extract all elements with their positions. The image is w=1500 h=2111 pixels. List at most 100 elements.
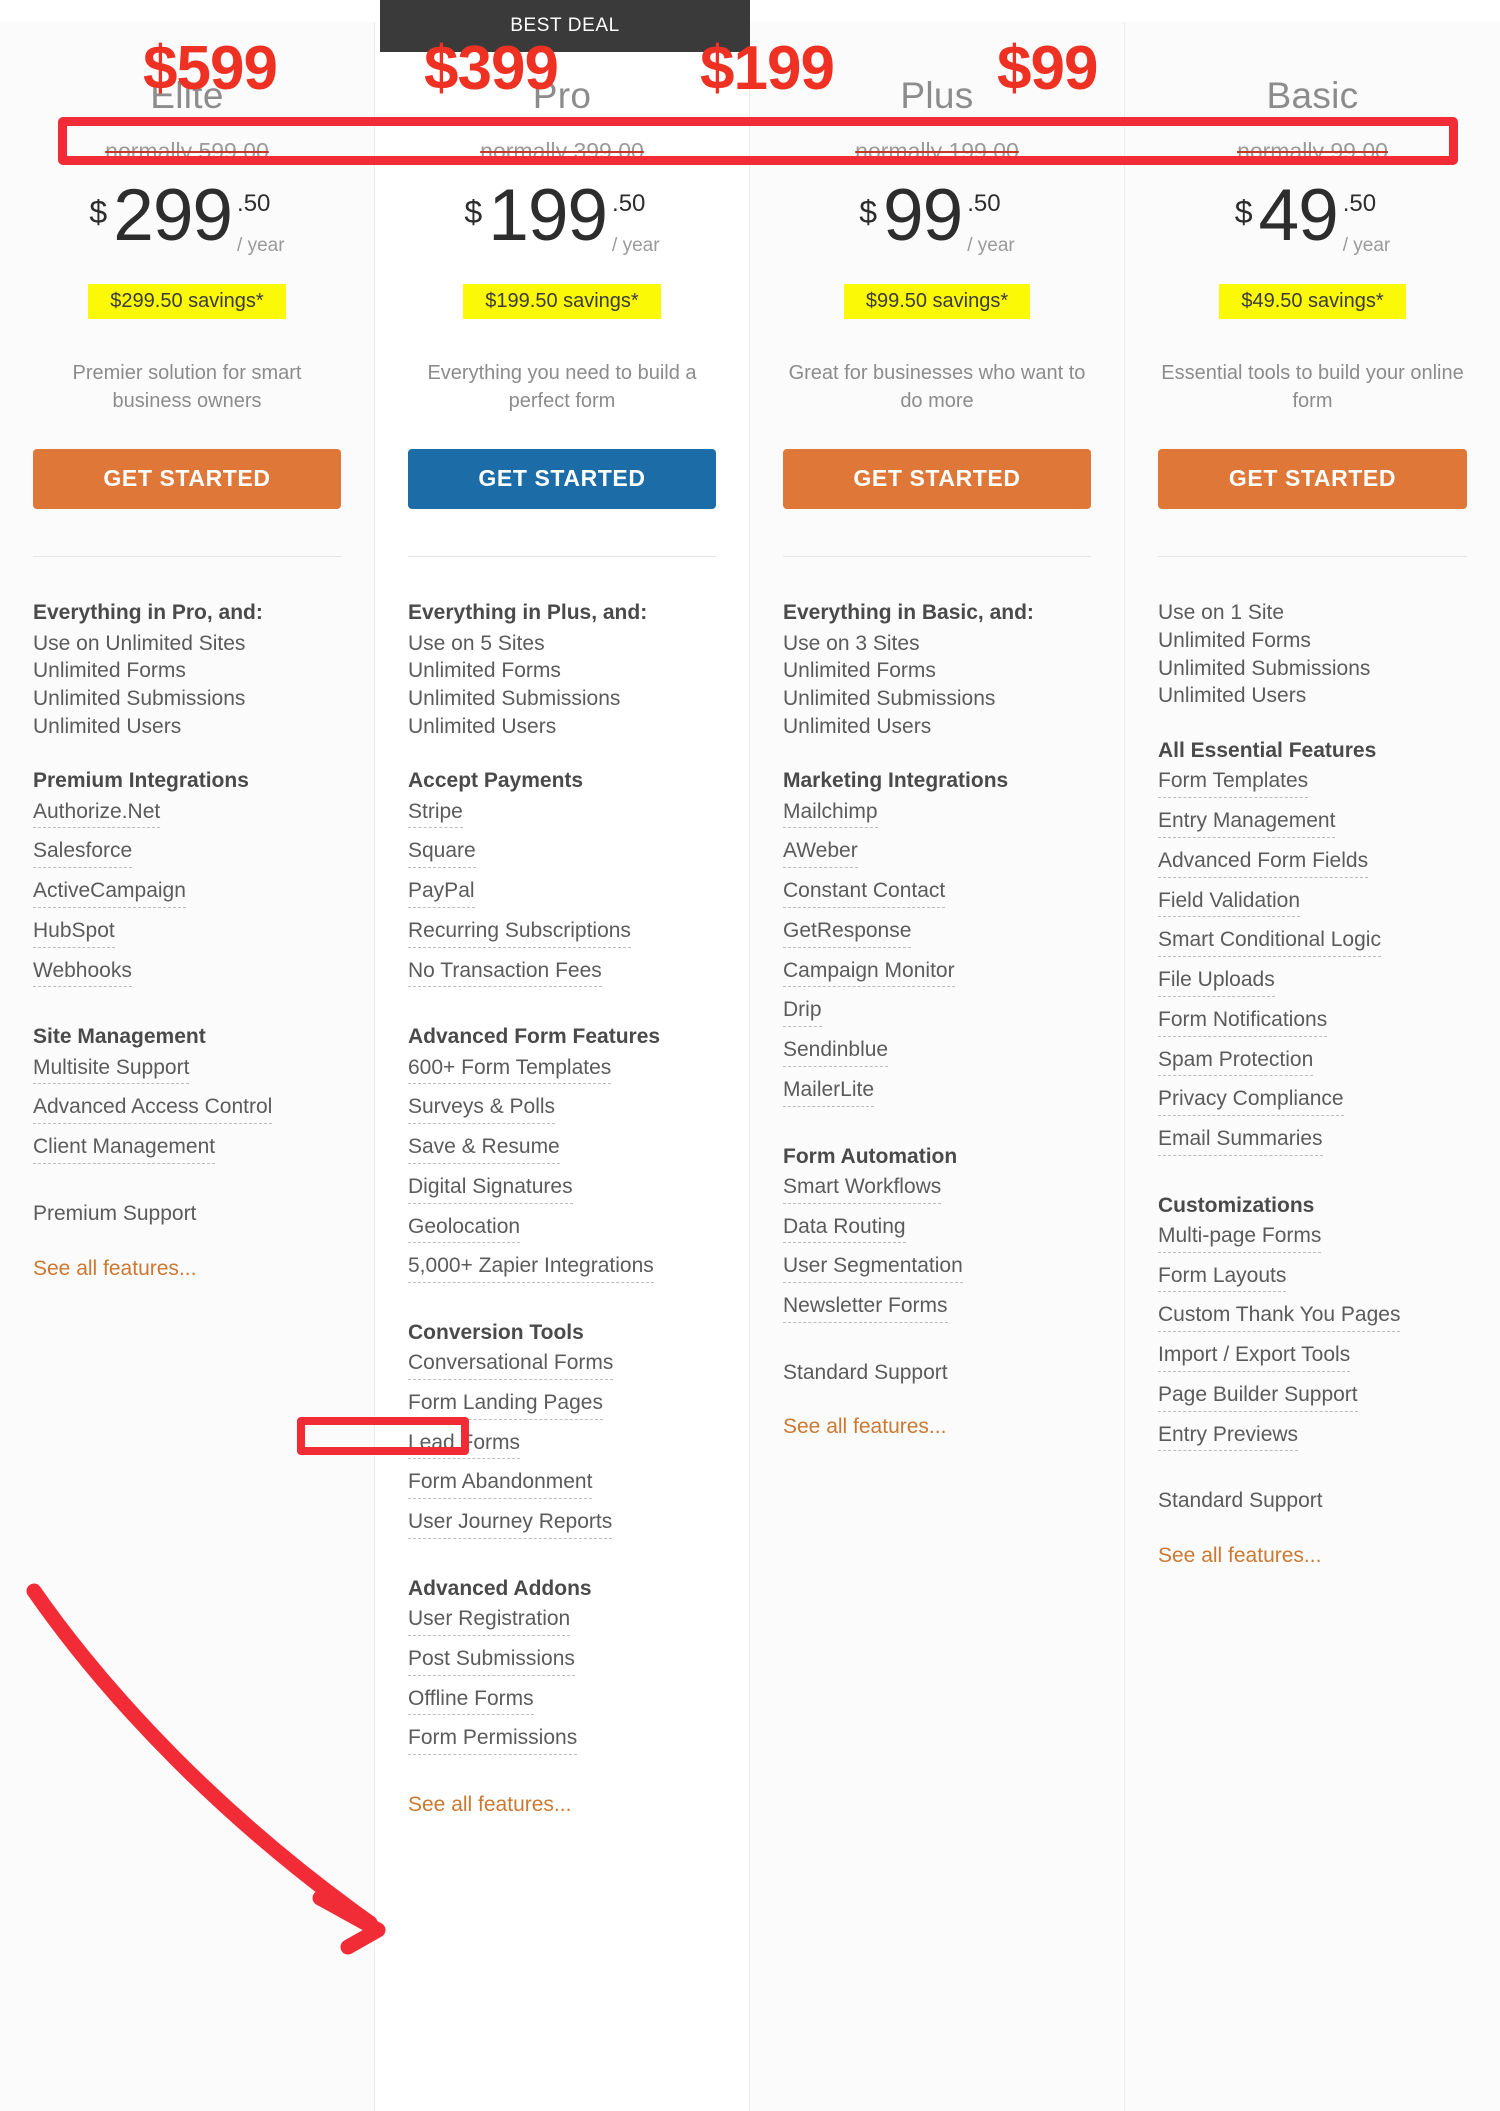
feature-link[interactable]: Multisite Support [33,1054,190,1085]
see-all-features-link[interactable]: See all features... [783,1413,946,1441]
feature-group-heading: Everything in Plus, and: [408,601,648,625]
feature-link[interactable]: Form Notifications [1158,1006,1328,1037]
feature-link[interactable]: No Transaction Fees [408,957,602,988]
feature-link[interactable]: Conversational Forms [408,1349,614,1380]
plan-tagline: Premier solution for smart business owne… [72,362,302,413]
feature-item: Unlimited Forms [408,659,561,683]
feature-group-heading: Customizations [1158,1193,1315,1217]
feature-link[interactable]: Lead Forms [408,1429,521,1460]
feature-item: Premium Support [33,1201,197,1225]
feature-link[interactable]: Multi-page Forms [1158,1222,1322,1253]
feature-link[interactable]: Digital Signatures [408,1173,573,1204]
get-started-button[interactable]: GET STARTED [408,449,716,510]
feature-link[interactable]: Campaign Monitor [783,957,955,988]
feature-link[interactable]: User Segmentation [783,1252,963,1283]
feature-group-heading: Conversion Tools [408,1320,584,1344]
feature-link[interactable]: User Registration [408,1605,571,1636]
feature-group-heading: Site Management [33,1025,206,1049]
feature-link[interactable]: Form Landing Pages [408,1389,603,1420]
feature-link[interactable]: 600+ Form Templates [408,1054,612,1085]
feature-link[interactable]: Custom Thank You Pages [1158,1301,1401,1333]
plan-tagline: Great for businesses who want to do more [788,362,1086,413]
feature-item: Unlimited Submissions [408,687,621,711]
see-all-features-link[interactable]: See all features... [408,1791,571,1819]
feature-link[interactable]: Import / Export Tools [1158,1341,1351,1372]
feature-link[interactable]: HubSpot [33,917,115,948]
pricing-column-elite: Elite normally 599.00 $299.50/ year $299.50… [0,22,375,2111]
feature-link[interactable]: AWeber [783,837,858,869]
feature-group-heading: Everything in Pro, and: [33,601,263,625]
feature-item: Use on 3 Sites [783,631,920,655]
feature-link[interactable]: Newsletter Forms [783,1292,948,1323]
plan-price: $99.50 / year [783,175,1091,268]
feature-link[interactable]: User Journey Reports [408,1508,613,1539]
feature-link[interactable]: Drip [783,996,822,1028]
feature-link[interactable]: Page Builder Support [1158,1381,1358,1412]
feature-link[interactable]: Authorize.Net [33,798,161,829]
feature-link[interactable]: Email Summaries [1158,1125,1323,1156]
feature-link[interactable]: Constant Contact [783,877,946,908]
feature-link[interactable]: PayPal [408,877,475,908]
plan-tagline: Essential tools to build your online for… [1161,362,1464,413]
feature-link[interactable]: Offline Forms [408,1685,534,1716]
feature-link[interactable]: Stripe [408,798,463,829]
feature-link[interactable]: Webhooks [33,957,132,988]
feature-list: Everything in Pro, and: Use on Unlimited … [33,599,341,1282]
feature-link[interactable]: 5,000+ Zapier Integrations [408,1252,654,1283]
feature-link[interactable]: Smart Conditional Logic [1158,926,1381,958]
feature-item: Unlimited Submissions [783,687,996,711]
feature-item: Unlimited Forms [783,659,936,683]
feature-link[interactable]: Post Submissions [408,1645,575,1676]
feature-link[interactable]: Square [408,837,476,869]
feature-link[interactable]: Smart Workflows [783,1173,942,1204]
feature-link[interactable]: Advanced Form Fields [1158,847,1369,878]
see-all-features-link[interactable]: See all features... [1158,1542,1321,1570]
feature-link[interactable]: Entry Previews [1158,1421,1299,1452]
price-cents: .50 [1342,190,1377,217]
pricing-column-pro: Pro normally 399.00 $199.50 / year $199.50 s… [375,22,750,2111]
feature-group-gap [1158,1165,1467,1192]
feature-link[interactable]: Field Validation [1158,887,1301,918]
feature-link[interactable]: Form Permissions [408,1724,578,1756]
price-period: / year [237,235,285,256]
feature-link[interactable]: Surveys & Polls [408,1093,556,1125]
savings-badge: $299.50 savings* [88,284,286,319]
feature-link[interactable]: Entry Management [1158,807,1336,838]
feature-link[interactable]: Mailchimp [783,798,878,829]
feature-link[interactable]: Salesforce [33,837,133,869]
see-all-features-link[interactable]: See all features... [33,1255,196,1283]
feature-group-gap [33,740,341,767]
feature-link[interactable]: Geolocation [408,1213,521,1244]
price-cents: .50 [237,190,271,217]
get-started-button[interactable]: GET STARTED [1158,449,1467,510]
feature-link[interactable]: Form Layouts [1158,1262,1287,1293]
feature-group-gap [783,1332,1091,1359]
feature-link[interactable]: Recurring Subscriptions [408,917,631,948]
pricing-columns: Elite normally 599.00 $299.50/ year $299.50… [0,22,1500,2111]
feature-link[interactable]: Client Management [33,1133,216,1164]
feature-group-gap [783,1386,1091,1413]
feature-link[interactable]: ActiveCampaign [33,877,186,908]
feature-link[interactable]: Sendinblue [783,1036,889,1067]
feature-link[interactable]: File Uploads [1158,966,1275,997]
best-deal-badge: BEST DEAL [380,0,750,52]
feature-link[interactable]: Data Routing [783,1213,906,1244]
feature-group-heading: Premium Integrations [33,769,249,793]
savings-badge: $199.50 savings* [463,284,661,319]
feature-item: Unlimited Users [408,714,557,738]
get-started-button[interactable]: GET STARTED [33,449,341,510]
feature-group-gap [1158,1460,1467,1487]
plan-normally-price: normally 599.00 [105,138,269,164]
feature-link[interactable]: Form Templates [1158,767,1309,799]
feature-link[interactable]: Form Abandonment [408,1468,593,1500]
feature-link[interactable]: Save & Resume [408,1133,560,1164]
feature-link[interactable]: MailerLite [783,1076,875,1107]
feature-item: Use on 1 Site [1158,601,1285,625]
feature-link[interactable]: Advanced Access Control [33,1093,273,1125]
feature-link[interactable]: Spam Protection [1158,1046,1314,1077]
get-started-button[interactable]: GET STARTED [783,449,1091,510]
feature-link[interactable]: Privacy Compliance [1158,1085,1344,1116]
price-amount: 99 [883,175,963,256]
feature-item: Unlimited Forms [1158,629,1311,653]
feature-link[interactable]: GetResponse [783,917,912,948]
